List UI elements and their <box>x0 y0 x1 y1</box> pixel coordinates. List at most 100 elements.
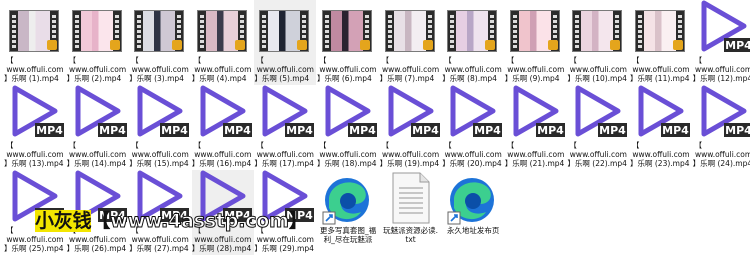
media-player-badge-icon <box>109 40 120 50</box>
file-name-line2: www.offuli.com <box>194 150 252 159</box>
file-item[interactable]: MP4 【www.offuli.com 】乐啊 (14).mp4 <box>67 85 129 170</box>
media-player-badge-icon <box>47 40 57 50</box>
media-player-badge-icon <box>485 40 496 50</box>
file-name-line3: 】乐啊 (15).mp4 <box>129 159 189 168</box>
mp4-file-icon: MP4 <box>450 85 503 137</box>
file-name-line2: 利_尽在玩魅派 <box>323 235 373 244</box>
edge-shortcut-item[interactable]: 更多写真套图_福 利_尽在玩魅派 <box>317 170 379 255</box>
file-name-line3: 】乐啊 (23).mp4 <box>630 159 690 168</box>
file-name-line2: www.offuli.com <box>319 150 377 159</box>
file-name-line3: 】乐啊 (12).mp4 <box>692 74 750 83</box>
mp4-file-icon: MP4 <box>262 85 315 137</box>
file-name-line2: www.offuli.com <box>507 150 565 159</box>
file-item[interactable]: 【www.offuli.com 】乐啊 (2).mp4 <box>67 0 129 85</box>
file-item[interactable]: MP4 【www.offuli.com 】乐啊 (13).mp4 <box>4 85 66 170</box>
file-name: 永久地址发布页 <box>442 226 504 235</box>
file-name-line1: 【 <box>444 56 452 65</box>
video-thumbnail-icon <box>447 10 498 52</box>
file-name-line2: www.offuli.com <box>194 235 252 244</box>
file-name: 【www.offuli.com 】乐啊 (7).mp4 <box>380 56 442 83</box>
file-name-line2: www.offuli.com <box>131 150 189 159</box>
mp4-file-icon: MP4 <box>638 85 690 137</box>
file-item[interactable]: MP4 【www.offuli.com 】乐啊 (24).mp4 <box>693 85 750 170</box>
file-name-line2: www.offuli.com <box>6 65 64 74</box>
file-item[interactable]: MP4 【www.offuli.com 】乐啊 (23).mp4 <box>630 85 692 170</box>
file-item[interactable]: MP4 【www.offuli.com 】乐啊 (22).mp4 <box>567 85 629 170</box>
file-item[interactable]: 【www.offuli.com 】乐啊 (6).mp4 <box>317 0 379 85</box>
file-name-line1: 【 <box>381 141 390 150</box>
mp4-file-icon: MP4 <box>200 85 252 137</box>
file-item[interactable]: MP4 【www.offuli.com 】乐啊 (20).mp4 <box>442 85 504 170</box>
file-name: 【www.offuli.com 】乐啊 (13).mp4 <box>4 141 66 168</box>
file-name-line1: 【 <box>319 56 327 65</box>
file-item[interactable]: 【www.offuli.com 】乐啊 (7).mp4 <box>380 0 442 85</box>
file-item[interactable]: MP4 【www.offuli.com 】乐啊 (12).mp4 <box>693 0 750 85</box>
file-name-line3: 】乐啊 (9).mp4 <box>504 74 560 83</box>
file-item[interactable]: 【www.offuli.com 】乐啊 (11).mp4 <box>630 0 692 85</box>
mp4-file-icon: MP4 <box>137 85 190 137</box>
file-item[interactable]: MP4 【www.offuli.com 】乐啊 (18).mp4 <box>317 85 379 170</box>
file-name-line2: www.offuli.com <box>131 65 189 74</box>
text-file-item[interactable]: 玩魅派资源必读. txt <box>380 170 442 255</box>
file-name-line1: 【 <box>68 141 77 150</box>
file-name-line3: 】乐啊 (11).mp4 <box>630 74 690 83</box>
file-name-line3: 】乐啊 (29).mp4 <box>254 244 314 253</box>
file-name-line3: 】乐啊 (4).mp4 <box>191 74 247 83</box>
file-name-line2: www.offuli.com <box>382 65 440 74</box>
video-thumbnail-icon <box>259 10 310 52</box>
mp4-badge-text: MP4 <box>287 124 314 137</box>
file-item[interactable]: MP4 【www.offuli.com 】乐啊 (15).mp4 <box>129 85 191 170</box>
file-name-line1: 【 <box>256 56 264 65</box>
media-player-badge-icon <box>234 40 245 50</box>
mp4-badge-text: MP4 <box>474 124 501 137</box>
video-thumbnail-icon <box>572 10 623 52</box>
mp4-badge-text: MP4 <box>412 124 439 137</box>
file-item[interactable]: 【www.offuli.com 】乐啊 (8).mp4 <box>442 0 504 85</box>
file-name-line3: 】乐啊 (2).mp4 <box>66 74 122 83</box>
file-item[interactable]: MP4 【www.offuli.com 】乐啊 (21).mp4 <box>505 85 567 170</box>
file-item[interactable]: MP4 【www.offuli.com 】乐啊 (17).mp4 <box>254 85 316 170</box>
file-item[interactable]: 【www.offuli.com 】乐啊 (4).mp4 <box>192 0 254 85</box>
file-name-line3: 】乐啊 (24).mp4 <box>692 159 750 168</box>
file-name-line1: 【 <box>632 141 640 150</box>
mp4-badge-text: MP4 <box>662 124 689 137</box>
file-name-line2: www.offuli.com <box>256 150 314 159</box>
mp4-badge-text: MP4 <box>36 124 63 137</box>
file-name-line1: 【 <box>6 56 14 65</box>
file-name: 【www.offuli.com 】乐啊 (1).mp4 <box>4 56 66 83</box>
file-item[interactable]: 【www.offuli.com 】乐啊 (9).mp4 <box>505 0 567 85</box>
edge-browser-icon <box>447 178 495 225</box>
file-name-line1: 更多写真套图_福 <box>319 226 377 235</box>
mp4-badge-text: MP4 <box>161 124 188 137</box>
edge-shortcut-item[interactable]: 永久地址发布页 <box>442 170 504 255</box>
file-name-line2: www.offuli.com <box>569 65 627 74</box>
file-item[interactable]: MP4 【www.offuli.com 】乐啊 (16).mp4 <box>192 85 254 170</box>
file-item[interactable]: 【www.offuli.com 】乐啊 (1).mp4 <box>4 0 66 85</box>
file-name-line1: 【 <box>193 141 202 150</box>
mp4-file-icon: MP4 <box>701 0 750 52</box>
file-name-line1: 【 <box>506 141 515 150</box>
file-name-line2: www.offuli.com <box>6 150 64 159</box>
mp4-file-icon: MP4 <box>701 85 750 137</box>
video-thumbnail-icon <box>134 10 185 52</box>
file-name: 【www.offuli.com 】乐啊 (3).mp4 <box>129 56 191 83</box>
video-thumbnail-icon <box>322 10 372 52</box>
media-player-badge-icon <box>422 40 433 50</box>
file-name-line3: 】乐啊 (6).mp4 <box>317 74 372 83</box>
file-name-line2: www.offuli.com <box>569 150 627 159</box>
file-name-line1: 【 <box>381 56 390 65</box>
file-name-line2: www.offuli.com <box>695 65 750 74</box>
file-item[interactable]: 【www.offuli.com 】乐啊 (5).mp4 <box>254 0 317 85</box>
media-player-badge-icon <box>297 40 308 50</box>
video-thumbnail-icon <box>384 10 435 52</box>
mp4-file-icon: MP4 <box>575 85 628 137</box>
file-item[interactable]: MP4 【www.offuli.com 】乐啊 (19).mp4 <box>380 85 442 170</box>
file-name-line3: 】乐啊 (25).mp4 <box>4 244 64 253</box>
file-name-line3: 】乐啊 (13).mp4 <box>4 159 64 168</box>
file-name-line2: www.offuli.com <box>194 65 252 74</box>
file-item[interactable]: 【www.offuli.com 】乐啊 (10).mp4 <box>567 0 629 85</box>
file-name-line2: www.offuli.com <box>256 235 314 244</box>
file-name-line1: 玩魅派资源必读. <box>383 226 439 235</box>
file-name: 【www.offuli.com 】乐啊 (11).mp4 <box>630 56 692 83</box>
file-item[interactable]: 【www.offuli.com 】乐啊 (3).mp4 <box>129 0 191 85</box>
